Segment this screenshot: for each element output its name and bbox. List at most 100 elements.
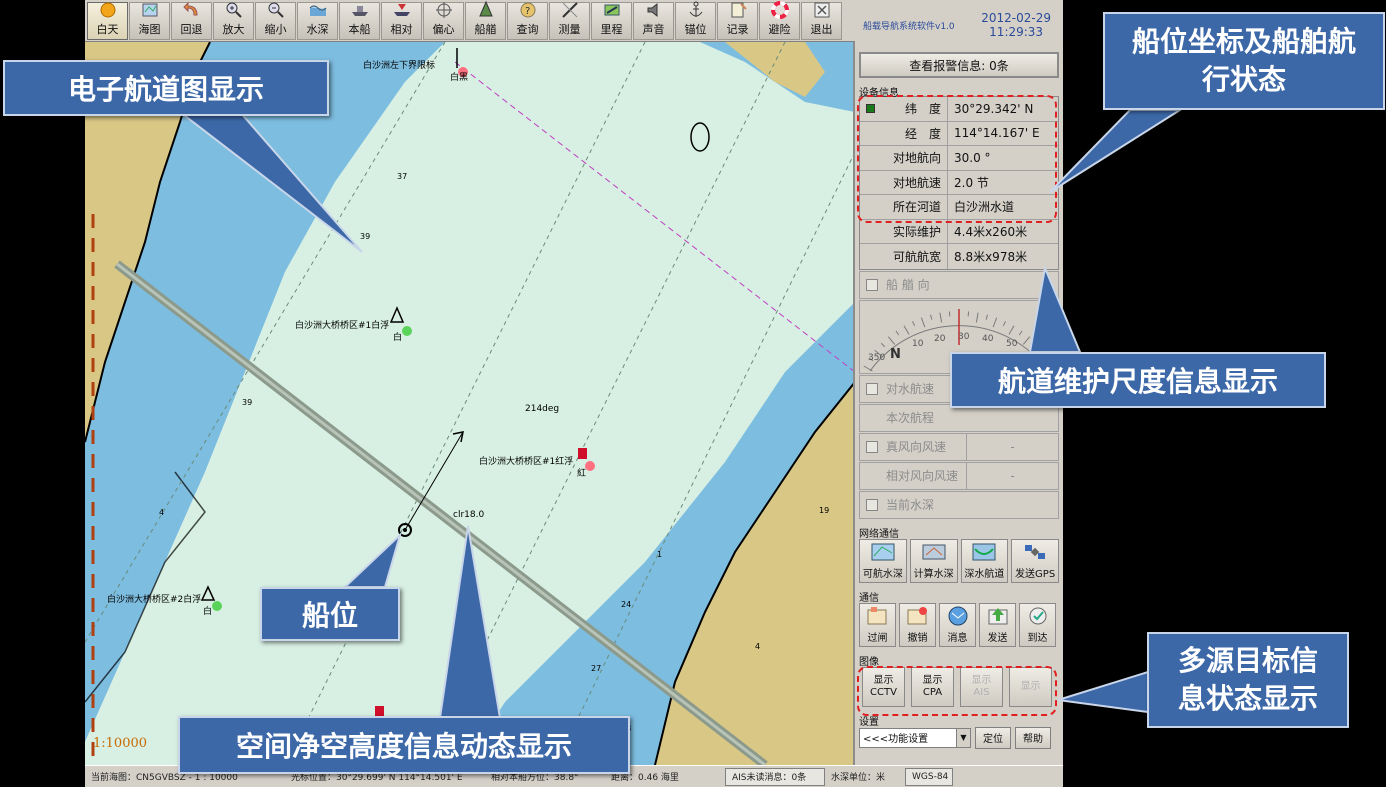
compass-tick-mark [1008,324,1015,335]
depth-sounding: 39 [360,232,371,241]
sensor-checkbox[interactable] [866,498,878,511]
heading-label: 船 艏 向 [886,278,930,292]
network-button-navigable-depth[interactable]: 可航水深 [859,538,907,583]
toolbar-button-depth[interactable]: 水深 [297,2,338,40]
position-highlight-box [857,95,1057,223]
compass-tick-mark [920,316,926,327]
compass-tick-mark [880,342,886,347]
clock: 2012-02-29 11:29:33 [981,11,1059,39]
toolbar-button-label: 查询 [516,23,539,36]
info-row: 可航航宽 8.8米x978米 [860,244,1058,269]
compass-tick-mark [887,335,896,345]
toolbar-button-sound[interactable]: 声音 [633,2,674,40]
comm-button-cancel[interactable]: 撤销 [899,602,936,647]
buoy-2-label: 白沙洲大桥桥区#2白浮 [107,595,202,605]
status-depth-unit: 水深单位：米 [831,773,886,783]
exit-icon [811,0,833,20]
toolbar-button-offcenter[interactable]: 偏心 [423,2,464,40]
network-button-row: 可航水深 计算水深 深水航道 发送GPS [859,538,1059,583]
chevron-down-icon[interactable]: ▼ [956,728,970,747]
sun-icon [97,0,119,20]
compass-tick-40: 40 [982,333,994,344]
view-alarm-button[interactable]: 查看报警信息: 0条 [859,52,1059,78]
buoy-2-sub-label: 白 [203,607,213,617]
compass-tick-mark [903,324,910,335]
comm-button-row: 过闸 撤销 消息 发送 到达 [859,602,1059,647]
map-scale: 1:10000 [93,736,148,751]
toolbar-button-chart[interactable]: 海图 [129,2,170,40]
zoom-out-icon [265,0,287,20]
toolbar-button-zoom-in[interactable]: 放大 [213,2,254,40]
sensor-checkbox[interactable] [866,382,878,395]
heading-row: 船 艏 向 [859,270,1059,299]
locate-button[interactable]: 定位 [975,726,1011,749]
red-buoy-icon[interactable] [578,448,587,459]
sensor-row: 相对风向风速 - [859,461,1059,490]
callout-multi-source: 多源目标信息状态显示 [1147,632,1349,728]
sensor-label: 相对风向风速 [886,469,959,483]
sensor-checkbox[interactable] [866,440,878,453]
lock-pass-icon [865,605,891,627]
callout-ship-position: 船位 [260,587,400,641]
settings-row: <<<功能设置 ▼ 定位 帮助 [859,726,1059,749]
toolbar-button-lifebuoy[interactable]: 避险 [759,1,800,40]
help-button[interactable]: 帮助 [1015,726,1051,749]
comm-button-message[interactable]: 消息 [939,602,976,647]
buoy-1-label: 白沙洲大桥桥区#1白浮 [295,321,390,331]
compass-tick-mark [939,312,943,323]
toolbar-button-label: 海图 [138,23,161,36]
network-button-deep-channel[interactable]: 深水航道 [960,538,1009,583]
mileage-icon [601,0,623,20]
limit-mark-label: 白沙洲左下界限标 [363,61,436,71]
toolbar-button-mileage[interactable]: 里程 [591,2,632,40]
buoy-red-label: 白沙洲大桥桥区#1红浮 [479,457,574,467]
zoom-in-icon [223,0,245,20]
compass-tick-mark [1002,320,1006,326]
comm-button-label: 发送 [987,632,1008,644]
compass-tick-mark [895,330,900,335]
toolbar-button-bow[interactable]: 船艏 [465,0,506,40]
heading-checkbox[interactable] [866,278,878,291]
status-datum: WGS-84 [905,767,953,786]
heading-label: 214deg [525,404,560,414]
buoy-1-sub-label: 白 [393,333,403,343]
sensor-row: 真风向风速 - [859,432,1059,461]
undo-icon [181,0,203,20]
compass-tick-mark [992,316,998,327]
toolbar-button-measure[interactable]: 测量 [549,2,590,40]
network-button-satellite[interactable]: 发送GPS [1011,538,1059,583]
toolbar-button-query[interactable]: ? 查询 [507,2,548,40]
query-icon: ? [517,0,539,20]
main-toolbar: 白天 海图 回退 放大 缩小 水深 本船 相对 偏心 船艏? 查询 测量 里程 声音 锚位 记录 避险 退出 [85,0,855,42]
depth-sounding: 37 [397,172,408,181]
message-icon [945,605,971,627]
navigable-depth-icon [870,541,896,563]
compass-tick-mark [863,365,873,371]
toolbar-button-undo[interactable]: 回退 [171,0,212,40]
toolbar-button-anchor[interactable]: 锚位 [675,0,716,40]
relative-icon [391,0,413,20]
measure-icon [559,0,581,20]
network-button-calc-depth[interactable]: 计算水深 [909,538,958,583]
comm-button-lock-pass[interactable]: 过闸 [859,602,896,647]
function-settings-select[interactable]: <<<功能设置 ▼ [859,727,971,748]
sound-icon [643,0,665,20]
status-ais-messages[interactable]: AIS未读消息：0条 [725,767,825,786]
depth-sounding: 4 [755,642,761,651]
electronic-chart-view[interactable]: 白沙洲左下界限标 白黑 白沙洲大桥桥区#1白浮 白 白沙洲大桥桥区#1红浮 紅 … [85,42,855,765]
toolbar-button-zoom-out[interactable]: 缩小 [255,2,296,40]
toolbar-button-record[interactable]: 记录 [717,2,758,40]
video-highlight-box [857,666,1057,716]
toolbar-button-exit[interactable]: 退出 [801,2,842,40]
deep-channel-icon [971,541,997,563]
comm-button-arrive[interactable]: 到达 [1019,602,1056,647]
chart-canvas[interactable] [85,42,855,765]
depth-icon [307,0,329,20]
comm-button-send[interactable]: 发送 [979,602,1016,647]
toolbar-button-label: 避险 [768,23,791,36]
info-key: 实际维护 [860,219,948,243]
toolbar-button-sun[interactable]: 白天 [87,2,128,40]
toolbar-button-own-ship[interactable]: 本船 [339,2,380,40]
anchor-icon [685,0,707,20]
toolbar-button-relative[interactable]: 相对 [381,2,422,40]
